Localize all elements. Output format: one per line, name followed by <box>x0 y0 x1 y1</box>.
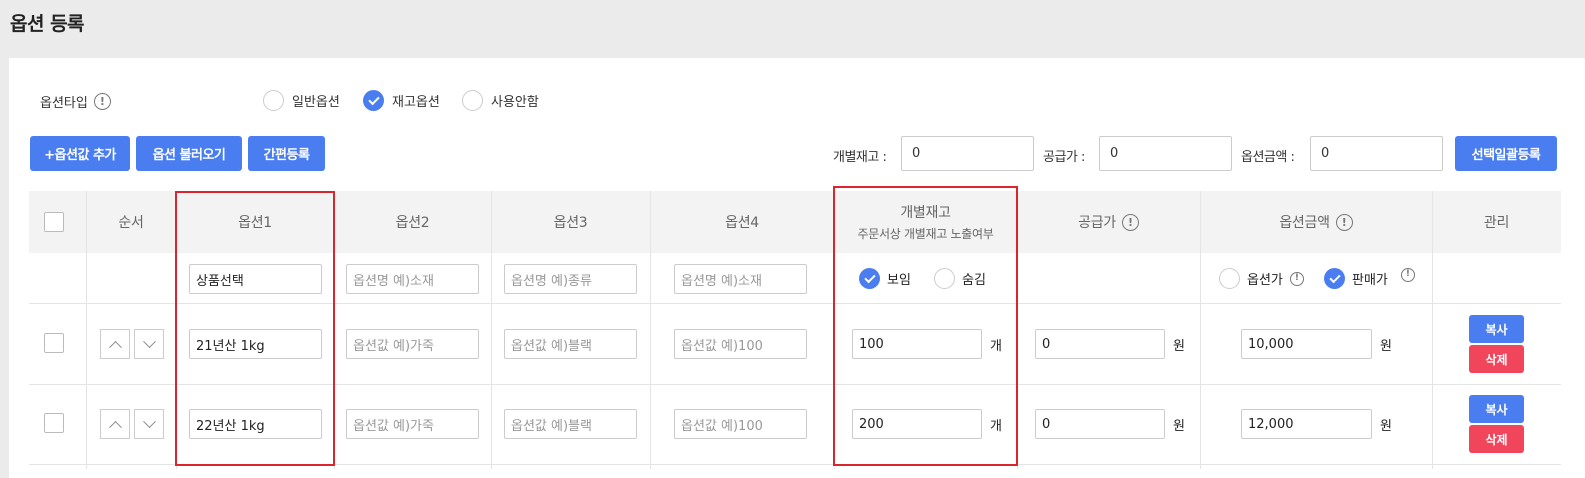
select-all-checkbox[interactable] <box>44 212 64 232</box>
row-checkbox[interactable] <box>44 413 64 433</box>
stock-field-label: 개별재고 : <box>833 150 887 165</box>
move-down-button[interactable] <box>134 329 164 359</box>
quick-register-button[interactable]: 간편등록 <box>248 136 325 171</box>
option4-value-input[interactable]: 옵션값 예)100 <box>674 329 807 359</box>
header-manage-label: 관리 <box>1483 215 1510 231</box>
supply-unit: 원 <box>1173 339 1185 354</box>
load-options-button[interactable]: 옵션 불러오기 <box>136 136 242 171</box>
header-manage: 관리 <box>1432 191 1561 253</box>
option2-value-input[interactable]: 옵션값 예)가죽 <box>346 329 479 359</box>
chevron-down-icon <box>142 414 156 428</box>
header-option3: 옵션3 <box>491 191 650 253</box>
header-supply-label: 공급가 <box>1078 215 1116 231</box>
stock-column-highlight <box>833 186 1018 466</box>
check-icon[interactable] <box>363 90 384 111</box>
radio-not-used[interactable]: 사용안함 <box>462 90 539 111</box>
supply-input[interactable]: 0 <box>1035 409 1165 439</box>
supply-bulk-input[interactable]: 0 <box>1099 136 1232 171</box>
price-unit: 원 <box>1380 339 1392 354</box>
header-price-label: 옵션금액 <box>1279 215 1330 231</box>
page-title: 옵션 등록 <box>10 13 85 35</box>
option3-value-input[interactable]: 옵션값 예)블랙 <box>504 409 637 439</box>
chevron-up-icon <box>108 420 122 434</box>
option3-value-input[interactable]: 옵션값 예)블랙 <box>504 329 637 359</box>
copy-button[interactable]: 복사 <box>1469 395 1524 423</box>
sale-price-radio[interactable]: 판매가 ! <box>1324 267 1415 289</box>
check-icon[interactable] <box>1324 268 1345 289</box>
stock-bulk-input[interactable]: 0 <box>901 136 1034 171</box>
move-down-button[interactable] <box>134 409 164 439</box>
bulk-apply-button[interactable]: 선택일괄등록 <box>1455 136 1557 171</box>
sale-price-label: 판매가 <box>1352 273 1388 288</box>
price-input[interactable]: 10,000 <box>1241 329 1372 359</box>
radio-unchecked-icon[interactable] <box>263 90 284 111</box>
header-option4-label: 옵션4 <box>725 215 759 231</box>
option-price-label: 옵션가 <box>1247 273 1283 288</box>
option2-name-input[interactable]: 옵션명 예)소재 <box>346 264 479 294</box>
header-option3-label: 옵션3 <box>553 215 588 231</box>
info-icon[interactable]: ! <box>1400 267 1415 282</box>
copy-button[interactable]: 복사 <box>1469 315 1524 343</box>
option4-value-input[interactable]: 옵션값 예)100 <box>674 409 807 439</box>
row-checkbox[interactable] <box>44 333 64 353</box>
info-icon[interactable]: ! <box>1121 213 1139 231</box>
supply-field-label: 공급가 : <box>1043 150 1085 165</box>
header-option4: 옵션4 <box>650 191 834 253</box>
option-type-text: 옵션타입 <box>40 96 88 111</box>
option2-value-input[interactable]: 옵션값 예)가죽 <box>346 409 479 439</box>
radio-unchecked-icon[interactable] <box>1219 268 1240 289</box>
header-order: 순서 <box>86 191 176 253</box>
info-icon[interactable]: ! <box>1289 271 1304 286</box>
price-unit: 원 <box>1380 419 1392 434</box>
price-field-label: 옵션금액 : <box>1241 150 1295 165</box>
price-bulk-input[interactable]: 0 <box>1310 136 1443 171</box>
header-supply: 공급가 ! <box>1017 191 1200 253</box>
supply-unit: 원 <box>1173 419 1185 434</box>
chevron-down-icon <box>142 334 156 348</box>
option4-name-input[interactable]: 옵션명 예)소재 <box>674 264 807 294</box>
option1-column-highlight <box>175 191 335 466</box>
option-type-label: 옵션타입 ! <box>40 92 111 111</box>
move-up-button[interactable] <box>100 409 130 439</box>
radio-label: 재고옵션 <box>392 95 440 110</box>
chevron-up-icon <box>108 340 122 354</box>
radio-label: 일반옵션 <box>292 95 340 110</box>
header-order-label: 순서 <box>118 215 144 231</box>
delete-button[interactable]: 삭제 <box>1469 345 1524 373</box>
add-option-value-button[interactable]: +옵션값 추가 <box>30 136 130 171</box>
info-icon[interactable]: ! <box>93 93 111 110</box>
radio-unchecked-icon[interactable] <box>462 90 483 111</box>
header-price: 옵션금액 ! <box>1200 191 1432 253</box>
radio-general-option[interactable]: 일반옵션 <box>263 90 340 111</box>
option-price-radio[interactable]: 옵션가 ! <box>1219 268 1304 289</box>
move-up-button[interactable] <box>100 329 130 359</box>
header-option2-label: 옵션2 <box>395 215 430 231</box>
supply-input[interactable]: 0 <box>1035 329 1165 359</box>
radio-stock-option[interactable]: 재고옵션 <box>363 90 440 111</box>
option3-name-input[interactable]: 옵션명 예)종류 <box>504 264 637 294</box>
info-icon[interactable]: ! <box>1335 213 1353 231</box>
delete-button[interactable]: 삭제 <box>1469 425 1524 453</box>
header-option2: 옵션2 <box>334 191 491 253</box>
price-input[interactable]: 12,000 <box>1241 409 1372 439</box>
radio-label: 사용안함 <box>491 95 539 110</box>
